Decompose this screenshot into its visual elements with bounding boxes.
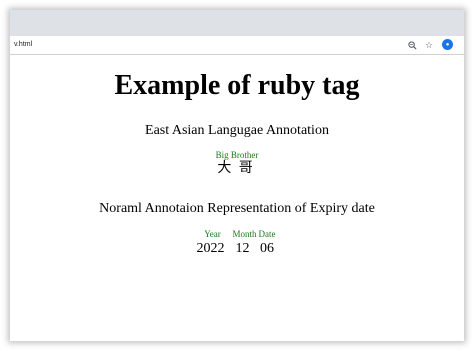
zoom-icon[interactable] [406, 39, 418, 51]
address-bar[interactable]: v.html ☆ ● [10, 36, 464, 55]
page-heading: Example of ruby tag [114, 70, 360, 101]
ruby-annotation-text: Big Brother [215, 150, 259, 160]
ruby-annotation-month: Month [232, 229, 257, 239]
ruby-year: 2022 Year [196, 229, 232, 256]
section-title-east-asian: East Asian Langugae Annotation [145, 123, 329, 138]
ruby-big-brother: 大哥 Big Brother [10, 150, 464, 176]
url-text[interactable]: v.html [14, 40, 32, 50]
ruby-date: 06 Date [258, 229, 276, 256]
ruby-annotation-group: 大哥 Big Brother [215, 150, 259, 176]
ruby-base-month: 12 [232, 241, 250, 256]
ruby-month: 12 Month [232, 229, 258, 256]
bookmark-star-icon[interactable]: ☆ [423, 39, 435, 51]
profile-icon[interactable]: ● [442, 39, 453, 50]
ruby-base-char: 哥 [238, 160, 259, 176]
ruby-base-char: 大 [215, 160, 239, 176]
ruby-base-year: 2022 [196, 241, 225, 256]
ruby-annotation-year: Year [196, 229, 229, 239]
section-title-expiry: Noraml Annotaion Representation of Expir… [99, 201, 375, 216]
tab-strip [10, 10, 464, 36]
ruby-expiry-date: 2022 Year 12 Month 06 Date [10, 229, 464, 256]
ruby-annotation-date: Date [258, 229, 276, 239]
browser-window: v.html ☆ ● Example of ruby tag East Asia… [10, 10, 464, 341]
ruby-base-date: 06 [258, 241, 276, 256]
